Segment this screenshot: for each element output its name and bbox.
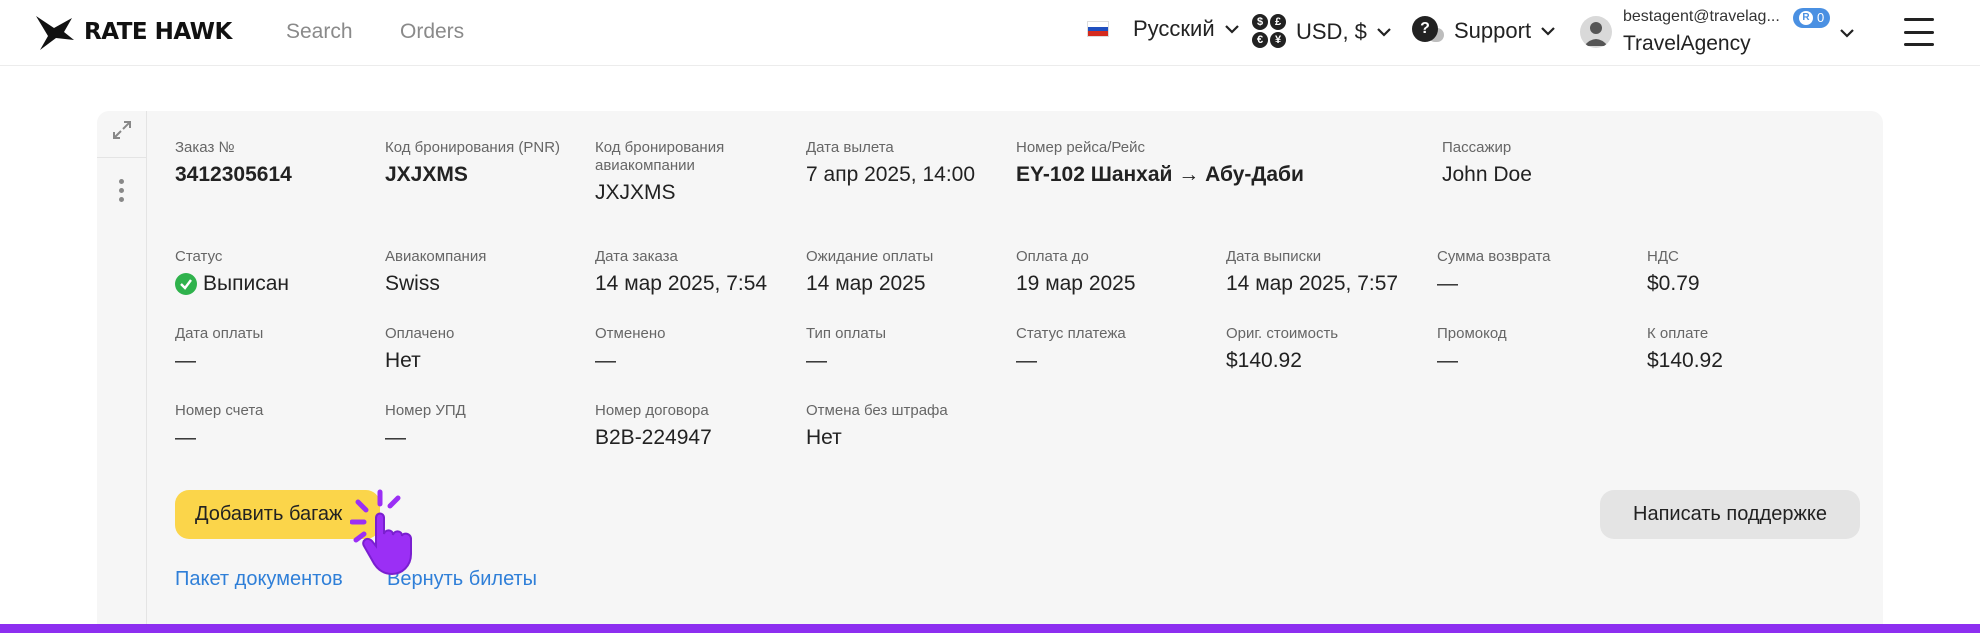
field-promo-code: Промокод — — [1437, 325, 1507, 372]
field-issue-date: Дата выписки 14 мар 2025, 7:57 — [1226, 248, 1399, 295]
field-contract-number: Номер договора B2B-224947 — [595, 402, 712, 449]
click-hand-cursor-icon — [350, 489, 412, 576]
chevron-down-icon — [1224, 25, 1239, 34]
russia-flag-icon — [1087, 21, 1109, 37]
currency-label: USD, $ — [1296, 19, 1367, 44]
more-options-icon[interactable] — [119, 179, 125, 202]
field-refund-amount: Сумма возврата — — [1437, 248, 1551, 295]
support-icon: ? — [1412, 16, 1444, 46]
chevron-down-icon[interactable] — [1838, 24, 1856, 42]
field-awaiting-payment: Ожидание оплаты 14 мар 2025 — [806, 248, 934, 295]
field-payment-date: Дата оплаты — — [175, 325, 264, 372]
expand-icon[interactable] — [111, 119, 133, 141]
logo[interactable]: RATE HAWK — [34, 10, 232, 54]
field-upd-number: Номер УПД — — [385, 402, 466, 449]
nav-search[interactable]: Search — [286, 20, 353, 44]
user-icon — [1584, 22, 1608, 46]
user-email[interactable]: bestagent@travelag... — [1623, 8, 1780, 26]
field-invoice-number: Номер счета — — [175, 402, 264, 449]
logo-text: RATE HAWK — [84, 19, 232, 45]
field-original-cost: Ориг. стоимость $140.92 — [1226, 325, 1339, 372]
field-paid: Оплачено Нет — [385, 325, 455, 372]
check-circle-icon — [175, 273, 197, 295]
field-vat: НДС $0.79 — [1647, 248, 1700, 295]
top-header: RATE HAWK Search Orders Русский $ £ € ¥ USD… — [0, 0, 1980, 66]
field-departure-date: Дата вылета 7 апр 2025, 14:00 — [806, 139, 976, 186]
write-support-button[interactable]: Написать поддержке — [1600, 490, 1860, 539]
field-passenger: Пассажир John Doe — [1442, 139, 1532, 186]
field-status: Статус Выписан — [175, 248, 289, 295]
chevron-down-icon — [1377, 28, 1391, 37]
field-pnr: Код бронирования (PNR) JXJXMS — [385, 139, 561, 186]
field-order-number: Заказ № 3412305614 — [175, 139, 292, 186]
bonus-count: 0 — [1817, 10, 1825, 25]
field-flight-number: Номер рейса/Рейс EY-102 Шанхай → Абу-Даб… — [1016, 139, 1304, 186]
bonus-r-icon: R — [1799, 11, 1813, 25]
field-airline: Авиакомпания Swiss — [385, 248, 487, 295]
bottom-accent-bar — [0, 624, 1980, 633]
currency-selector[interactable]: $ £ € ¥ USD, $ — [1252, 14, 1393, 50]
bonus-badge[interactable]: R 0 — [1793, 8, 1831, 28]
field-order-date: Дата заказа 14 мар 2025, 7:54 — [595, 248, 768, 295]
field-to-pay: К оплате $140.92 — [1647, 325, 1723, 372]
field-payment-status: Статус платежа — — [1016, 325, 1126, 372]
field-free-cancellation: Отмена без штрафа Нет — [806, 402, 948, 449]
user-agency[interactable]: TravelAgency — [1623, 32, 1751, 56]
support-label: Support — [1454, 18, 1532, 43]
chevron-down-icon — [1541, 27, 1555, 36]
field-airline-pnr: Код бронирования авиакомпании JXJXMS — [595, 139, 725, 204]
field-payment-type: Тип оплаты — — [806, 325, 887, 372]
status-value: Выписан — [203, 272, 289, 295]
language-label: Русский — [1133, 16, 1215, 41]
card-sidebar — [97, 111, 147, 633]
hamburger-menu-icon[interactable] — [1904, 18, 1934, 46]
field-pay-until: Оплата до 19 мар 2025 — [1016, 248, 1136, 295]
support-menu[interactable]: ? Support — [1412, 16, 1557, 46]
language-selector[interactable]: Русский — [1087, 16, 1241, 42]
nav-orders[interactable]: Orders — [400, 20, 464, 44]
currency-icon: $ £ € ¥ — [1252, 14, 1288, 50]
documents-package-link[interactable]: Пакет документов — [175, 568, 343, 591]
avatar[interactable] — [1580, 16, 1612, 48]
field-cancelled: Отменено — — [595, 325, 666, 372]
hawk-logo-icon — [36, 16, 74, 50]
